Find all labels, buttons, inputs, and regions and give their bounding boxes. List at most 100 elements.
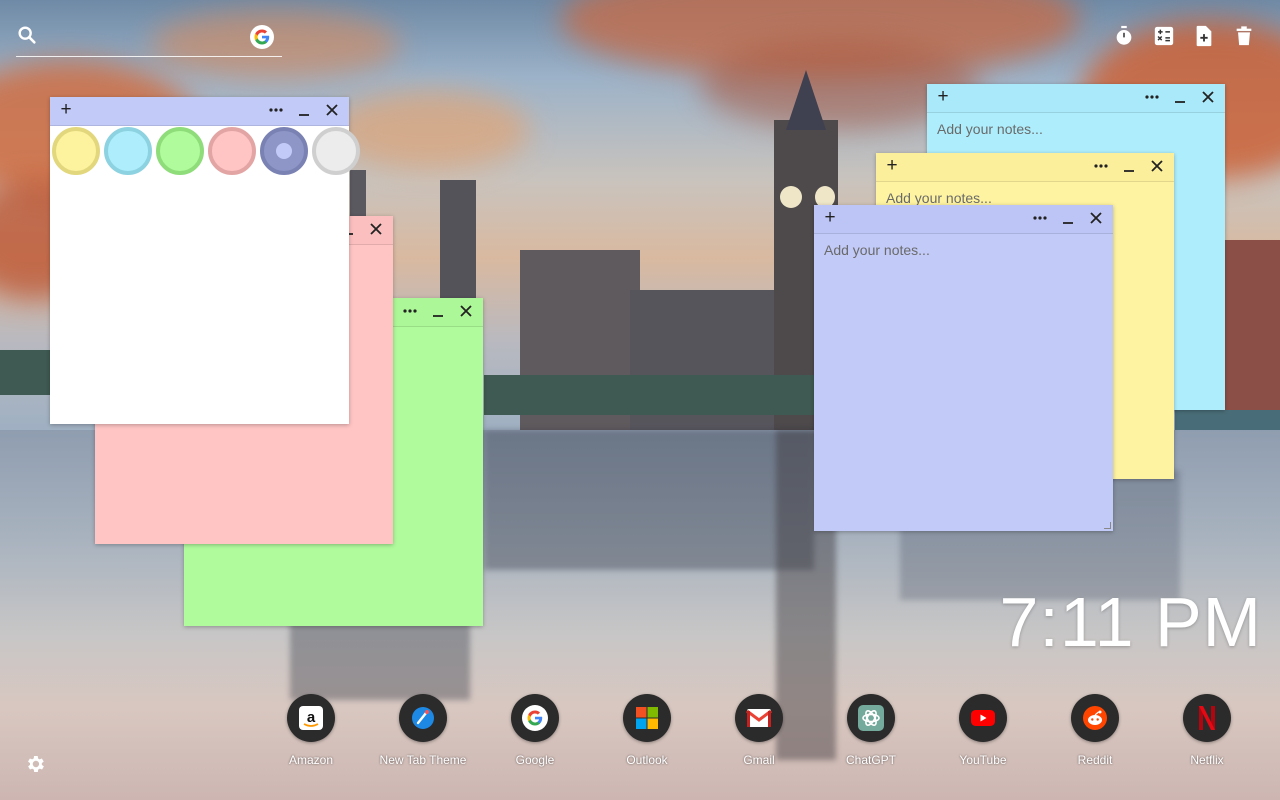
note-header: + bbox=[927, 84, 1225, 113]
minimize-icon bbox=[299, 114, 309, 116]
more-icon bbox=[1094, 164, 1108, 168]
close-button[interactable] bbox=[367, 220, 385, 238]
shortcut-label: New Tab Theme bbox=[379, 753, 467, 767]
shortcut-new-tab-theme[interactable]: New Tab Theme bbox=[367, 694, 479, 767]
more-options-button[interactable] bbox=[401, 302, 419, 320]
timer-icon bbox=[1116, 25, 1132, 45]
note-header: + bbox=[876, 153, 1174, 182]
note-header: + bbox=[814, 205, 1113, 234]
more-options-button[interactable] bbox=[1092, 157, 1110, 175]
bridge bbox=[0, 350, 50, 395]
note-add-icon bbox=[1196, 25, 1212, 47]
youtube-icon bbox=[971, 710, 995, 726]
swatch-blue[interactable] bbox=[104, 127, 152, 175]
sticky-note-lavender: + bbox=[814, 205, 1113, 531]
minimize-button[interactable] bbox=[429, 302, 447, 320]
more-icon bbox=[1145, 95, 1159, 99]
more-options-button[interactable] bbox=[267, 101, 285, 119]
swatch-yellow[interactable] bbox=[52, 127, 100, 175]
swatch-lavender-selected[interactable] bbox=[260, 127, 308, 175]
close-icon bbox=[460, 305, 472, 317]
swatch-gray[interactable] bbox=[312, 127, 360, 175]
new-note-button[interactable] bbox=[1192, 24, 1216, 48]
search-input[interactable] bbox=[46, 22, 250, 52]
swatch-pink[interactable] bbox=[208, 127, 256, 175]
shortcut-icon bbox=[1183, 694, 1231, 742]
shortcut-icon bbox=[399, 694, 447, 742]
shortcut-label: Amazon bbox=[288, 753, 334, 767]
minimize-icon bbox=[1175, 101, 1185, 103]
netflix-icon bbox=[1199, 706, 1215, 730]
google-icon[interactable] bbox=[250, 25, 274, 49]
close-button[interactable] bbox=[1087, 209, 1105, 227]
add-note-button[interactable]: + bbox=[820, 208, 840, 228]
top-toolbar bbox=[1112, 24, 1256, 48]
microsoft-icon bbox=[636, 707, 658, 729]
minimize-button[interactable] bbox=[1120, 157, 1138, 175]
shortcut-label: Netflix bbox=[1190, 753, 1224, 767]
minimize-button[interactable] bbox=[295, 101, 313, 119]
shortcut-chatgpt[interactable]: ChatGPT bbox=[815, 694, 927, 767]
more-options-button[interactable] bbox=[1143, 88, 1161, 106]
shortcut-amazon[interactable]: a Amazon bbox=[255, 694, 367, 767]
note-textarea[interactable] bbox=[60, 185, 339, 416]
minimize-button[interactable] bbox=[1171, 88, 1189, 106]
bridge bbox=[484, 375, 814, 415]
sticky-note-white: + bbox=[50, 97, 360, 424]
close-button[interactable] bbox=[457, 302, 475, 320]
more-options-button[interactable] bbox=[1031, 209, 1049, 227]
shortcut-gmail[interactable]: Gmail bbox=[703, 694, 815, 767]
close-button[interactable] bbox=[323, 101, 341, 119]
shortcut-icon bbox=[623, 694, 671, 742]
shortcut-label: ChatGPT bbox=[845, 753, 896, 767]
shortcut-icon bbox=[735, 694, 783, 742]
svg-text:a: a bbox=[307, 709, 316, 726]
shortcut-google[interactable]: Google bbox=[479, 694, 591, 767]
calculator-button[interactable] bbox=[1152, 24, 1176, 48]
minimize-button[interactable] bbox=[1059, 209, 1077, 227]
close-icon bbox=[1151, 160, 1163, 172]
gmail-icon bbox=[746, 709, 772, 727]
note-header: + bbox=[50, 97, 349, 126]
cloud bbox=[330, 90, 530, 170]
shortcut-reddit[interactable]: Reddit bbox=[1039, 694, 1151, 767]
color-picker bbox=[52, 127, 360, 175]
shortcut-label: Google bbox=[515, 753, 555, 767]
note-textarea[interactable] bbox=[824, 242, 1103, 523]
shortcut-label: YouTube bbox=[959, 753, 1007, 767]
add-note-button[interactable]: + bbox=[882, 156, 902, 176]
chatgpt-icon bbox=[858, 705, 884, 731]
swatch-green[interactable] bbox=[156, 127, 204, 175]
new-tab-theme-icon bbox=[412, 707, 434, 729]
settings-button[interactable] bbox=[24, 753, 46, 780]
brick-building bbox=[1225, 240, 1280, 430]
add-note-button[interactable]: + bbox=[56, 100, 76, 120]
close-icon bbox=[370, 223, 382, 235]
delete-all-button[interactable] bbox=[1232, 24, 1256, 48]
reddit-icon bbox=[1083, 706, 1107, 730]
close-icon bbox=[1090, 212, 1102, 224]
add-note-button[interactable]: + bbox=[933, 87, 953, 107]
shortcut-icon: a bbox=[287, 694, 335, 742]
shortcut-youtube[interactable]: YouTube bbox=[927, 694, 1039, 767]
shortcut-outlook[interactable]: Outlook bbox=[591, 694, 703, 767]
close-icon bbox=[1202, 91, 1214, 103]
resize-handle[interactable] bbox=[1104, 522, 1111, 529]
close-button[interactable] bbox=[1148, 157, 1166, 175]
calculator-icon bbox=[1154, 26, 1174, 46]
shortcut-icon bbox=[959, 694, 1007, 742]
google-icon bbox=[527, 710, 543, 726]
gear-icon bbox=[28, 756, 44, 772]
reflection bbox=[484, 430, 814, 570]
minimize-icon bbox=[1124, 170, 1134, 172]
close-button[interactable] bbox=[1199, 88, 1217, 106]
timer-button[interactable] bbox=[1112, 24, 1136, 48]
shortcut-netflix[interactable]: Netflix bbox=[1151, 694, 1263, 767]
search-icon[interactable] bbox=[16, 24, 38, 51]
search-bar bbox=[16, 22, 282, 57]
shortcut-label: Gmail bbox=[743, 753, 775, 767]
selected-indicator bbox=[276, 143, 292, 159]
amazon-icon: a bbox=[299, 706, 323, 730]
more-icon bbox=[1033, 216, 1047, 220]
close-icon bbox=[326, 104, 338, 116]
